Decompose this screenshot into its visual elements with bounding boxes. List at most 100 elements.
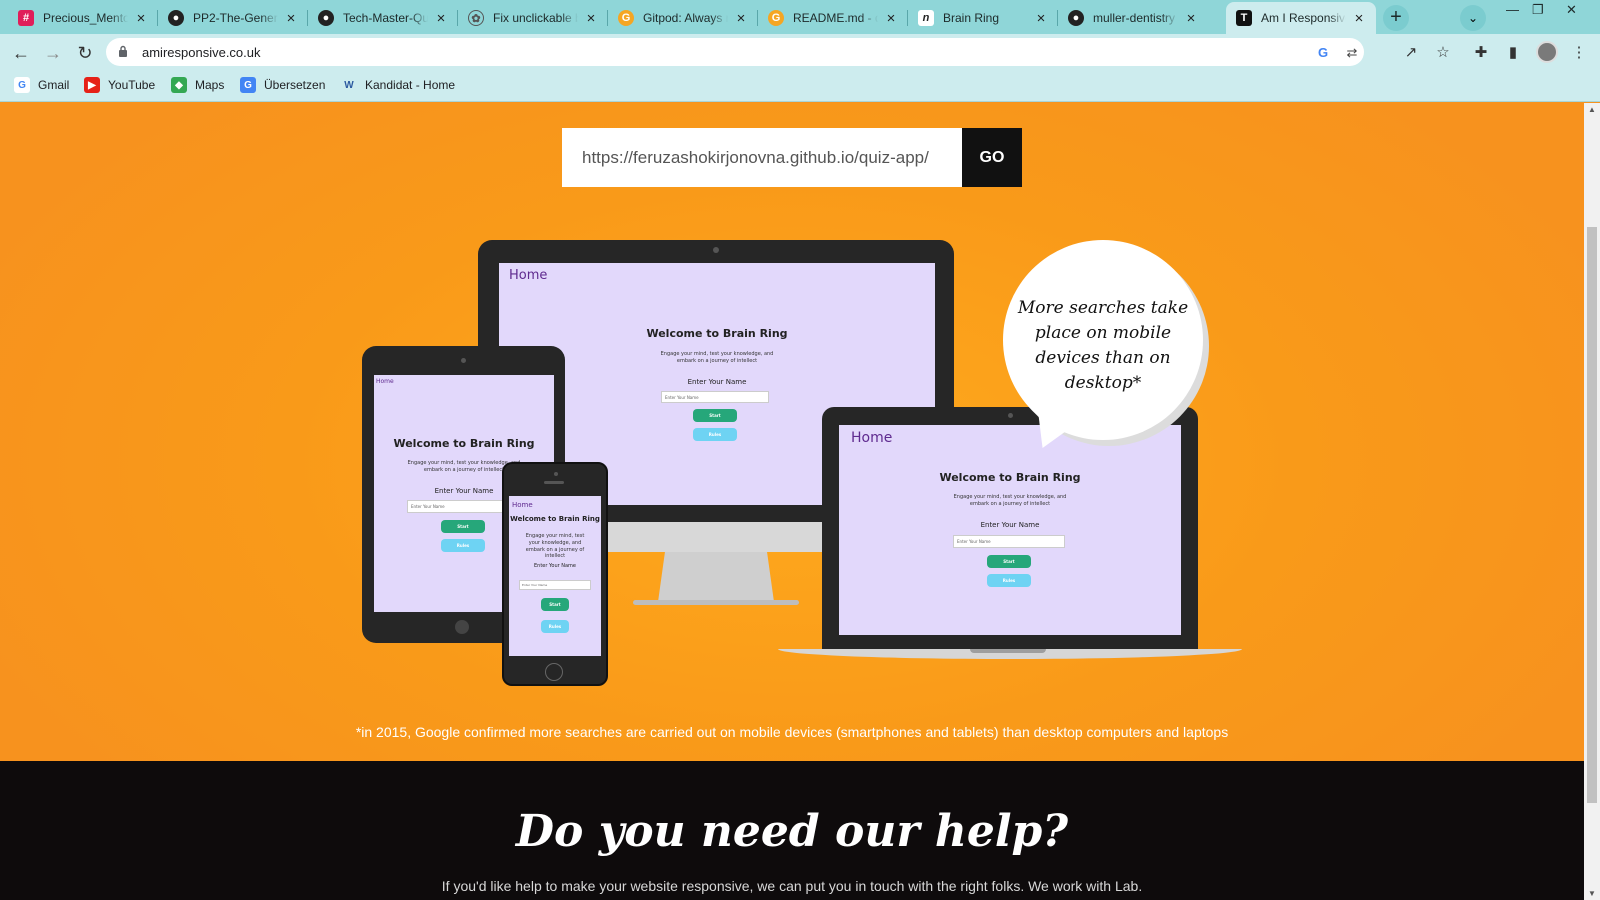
mock-start-button: Start (987, 555, 1031, 568)
mock-title: Welcome to Brain Ring (939, 471, 1081, 484)
browser-toolbar: ← → ↻ amiresponsive.co.uk G ⇄ ↗ ☆ ✚ ▮ ⋮ (0, 34, 1600, 70)
slack-icon: # (18, 10, 34, 26)
page-content: https://feruzashokirjonovna.github.io/qu… (0, 103, 1584, 900)
lock-icon (119, 45, 127, 57)
mock-name-label: Enter Your Name (533, 563, 577, 569)
tab-title: Tech-Master-Qu (343, 11, 428, 25)
bookmark-label: Gmail (38, 78, 70, 92)
close-icon[interactable]: × (1184, 10, 1198, 27)
bookmark-maps[interactable]: ◆ Maps (171, 77, 224, 93)
mock-rules-button: Rules (441, 539, 485, 552)
avatar[interactable] (1536, 41, 1558, 63)
tab-title: muller-dentistry (1093, 11, 1176, 25)
reload-icon[interactable]: ↻ (72, 40, 98, 66)
tab-muller-dentistry[interactable]: ● muller-dentistry × (1058, 2, 1208, 34)
address-bar[interactable]: amiresponsive.co.uk G ⇄ (106, 38, 1364, 66)
help-heading: Do you need our help? (515, 806, 1069, 857)
github-icon: ● (168, 10, 184, 26)
bookmarks-bar: G Gmail ▶ YouTube ◆ Maps G Übersetzen W … (0, 70, 1600, 102)
bookmark-kandidat[interactable]: W Kandidat - Home (341, 77, 455, 93)
close-icon[interactable]: × (884, 10, 898, 27)
gitpod-icon: G (618, 10, 634, 26)
speech-bubble: More searches take place on mobile devic… (1003, 240, 1203, 455)
t-icon: T (1236, 10, 1252, 26)
tab-title: Brain Ring (943, 11, 1000, 25)
close-icon[interactable]: × (1352, 10, 1366, 27)
tab-strip: # Precious_Mentor × ● PP2-The-General × … (0, 0, 1600, 34)
mock-start-button: Start (441, 520, 485, 533)
minimize-icon[interactable]: — (1506, 2, 1519, 17)
mock-name-input: Enter Your Name (661, 391, 769, 403)
bookmark-star-icon[interactable]: ☆ (1432, 42, 1454, 64)
mock-tagline: Engage your mind, test your knowledge, a… (660, 351, 774, 364)
tab-am-i-responsive[interactable]: T Am I Responsive × (1226, 2, 1376, 34)
maps-icon: ◆ (171, 77, 187, 93)
scrollbar-thumb[interactable] (1587, 227, 1597, 803)
tab-title: Gitpod: Always r (643, 11, 728, 25)
tab-gitpod[interactable]: G Gitpod: Always r × (608, 2, 758, 34)
scroll-up-icon[interactable]: ▲ (1588, 105, 1596, 114)
tab-readme[interactable]: G README.md - q × (758, 2, 908, 34)
bookmark-gmail[interactable]: G Gmail (14, 77, 69, 93)
mock-title: Welcome to Brain Ring (646, 327, 788, 340)
tab-tech-master[interactable]: ● Tech-Master-Qu × (308, 2, 458, 34)
forward-arrow-icon[interactable]: → (40, 40, 66, 66)
menu-kebab-icon[interactable]: ⋮ (1568, 42, 1590, 64)
mock-start-button: Start (541, 598, 569, 611)
tab-title: PP2-The-General (193, 11, 278, 25)
extensions-puzzle-icon[interactable]: ✚ (1470, 42, 1492, 64)
github-icon: ● (1068, 10, 1084, 26)
bookmark-label: Kandidat - Home (365, 78, 456, 92)
mock-home-link: Home (376, 378, 394, 385)
tab-title: Am I Responsive (1261, 11, 1346, 25)
close-icon[interactable]: × (584, 10, 598, 27)
tab-pp2[interactable]: ● PP2-The-General × (158, 2, 308, 34)
help-section: Do you need our help? If you'd like help… (0, 761, 1584, 900)
tab-chatgpt[interactable]: ✿ Fix unclickable b × (458, 2, 608, 34)
tab-precious-mentor[interactable]: # Precious_Mentor × (8, 2, 158, 34)
scroll-down-icon[interactable]: ▼ (1588, 889, 1596, 898)
close-icon[interactable]: × (134, 10, 148, 27)
mock-home-link: Home (512, 501, 533, 509)
bookmark-youtube[interactable]: ▶ YouTube (84, 77, 155, 93)
restore-icon[interactable]: ❐ (1532, 2, 1544, 18)
google-icon[interactable]: G (1313, 43, 1333, 63)
window-close-icon[interactable]: ✕ (1566, 2, 1577, 18)
go-button[interactable]: GO (962, 128, 1022, 187)
gitpod-icon: G (768, 10, 784, 26)
side-panel-icon[interactable]: ▮ (1502, 42, 1524, 64)
youtube-icon: ▶ (84, 77, 100, 93)
mock-home-link: Home (851, 430, 893, 446)
mock-name-input: Enter Your Name (519, 580, 591, 590)
mock-tagline: Engage your mind, test your knowledge, a… (953, 494, 1067, 507)
tab-search-chevron-icon[interactable]: ⌄ (1460, 5, 1486, 31)
netlify-icon: n (918, 10, 934, 26)
close-icon[interactable]: × (434, 10, 448, 27)
close-icon[interactable]: × (1034, 10, 1048, 27)
site-url-input[interactable]: https://feruzashokirjonovna.github.io/qu… (562, 128, 962, 187)
tab-brain-ring[interactable]: n Brain Ring × (908, 2, 1058, 34)
mock-title: Welcome to Brain Ring (393, 437, 535, 450)
close-icon[interactable]: × (734, 10, 748, 27)
mock-start-button: Start (693, 409, 737, 422)
site-url-value: https://feruzashokirjonovna.github.io/qu… (582, 148, 929, 167)
mock-title: Welcome to Brain Ring (510, 515, 600, 523)
share-icon[interactable]: ↗ (1400, 42, 1422, 64)
translate-icon: G (240, 77, 256, 93)
back-arrow-icon[interactable]: ← (8, 40, 34, 66)
footnote: *in 2015, Google confirmed more searches… (355, 724, 1229, 740)
laptop-screen: Home Welcome to Brain Ring Engage your m… (839, 425, 1181, 635)
bookmark-translate[interactable]: G Übersetzen (240, 77, 325, 93)
close-icon[interactable]: × (284, 10, 298, 27)
mock-home-link: Home (509, 268, 548, 283)
address-url: amiresponsive.co.uk (142, 45, 261, 60)
translate-icon[interactable]: ⇄ (1342, 43, 1362, 63)
new-tab-button[interactable]: + (1383, 5, 1409, 31)
mock-rules-button: Rules (541, 620, 569, 633)
mock-name-input: Enter Your Name (953, 535, 1065, 548)
mock-rules-button: Rules (987, 574, 1031, 587)
tab-title: README.md - q (793, 11, 878, 25)
w-icon: W (341, 77, 357, 93)
page-scrollbar[interactable]: ▲ ▼ (1584, 103, 1600, 900)
openai-icon: ✿ (468, 10, 484, 26)
